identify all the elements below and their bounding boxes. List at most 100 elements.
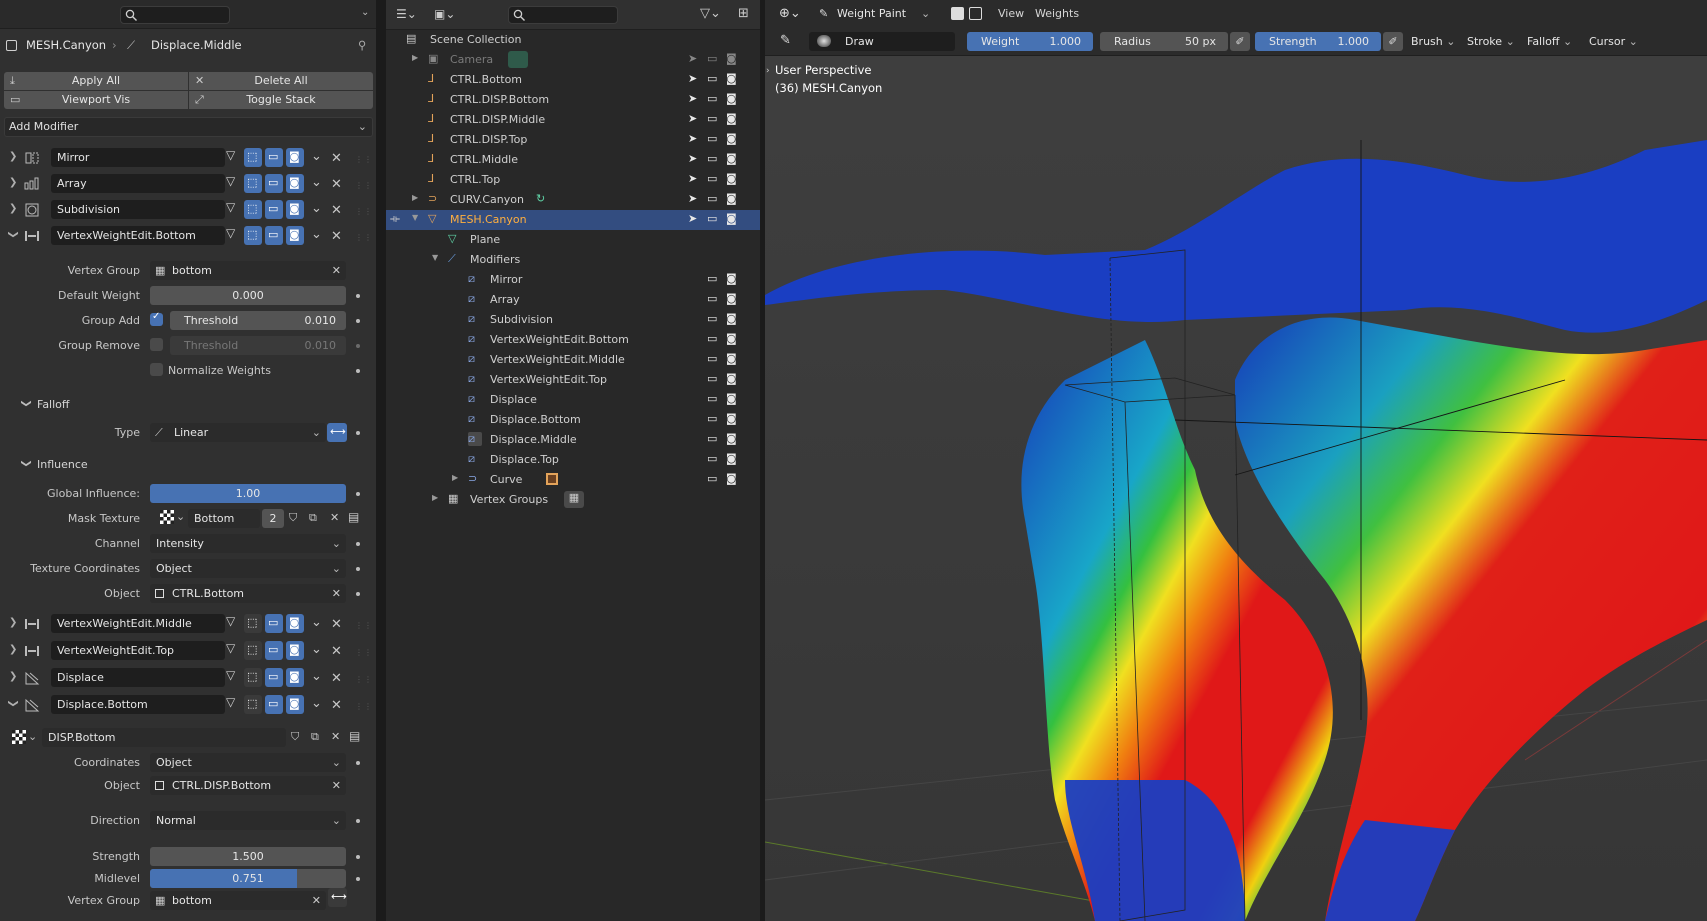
viewport-toggle[interactable]: ▭: [265, 226, 283, 245]
strength-pressure-icon[interactable]: ✐: [1383, 32, 1403, 51]
keyframe-dot-icon[interactable]: [356, 542, 360, 546]
modifier-name-field[interactable]: VertexWeightEdit.Bottom: [51, 226, 225, 245]
coordinates-dropdown[interactable]: Object ⌄: [150, 753, 346, 772]
view-menu[interactable]: View: [998, 7, 1024, 20]
outliner-object-row[interactable]: ▶ ▣ Camera ➤ ▭ ◙: [386, 50, 760, 70]
chevron-right-icon[interactable]: ❯: [9, 671, 17, 682]
clear-icon[interactable]: ✕: [312, 891, 321, 910]
vertex-group-field[interactable]: ▦ bottom ✕: [150, 261, 346, 280]
monitor-icon[interactable]: ▭: [707, 332, 717, 345]
chevron-down-icon[interactable]: ⌄: [361, 7, 369, 18]
direction-dropdown[interactable]: Normal ⌄: [150, 811, 346, 830]
keyframe-dot-icon[interactable]: [356, 855, 360, 859]
strength-field[interactable]: 1.500: [150, 847, 346, 866]
edit-cage-icon[interactable]: ▽: [226, 695, 235, 709]
chevron-down-icon[interactable]: ⌄: [311, 227, 322, 242]
brush-name-field[interactable]: Draw: [809, 32, 955, 51]
camera-render-icon[interactable]: ◙: [726, 212, 737, 225]
modifier-name-field[interactable]: Displace.Bottom: [51, 695, 225, 714]
channel-dropdown[interactable]: Intensity ⌄: [150, 534, 346, 553]
outliner-object-row[interactable]: ⅃ CTRL.Bottom ➤ ▭ ◙: [386, 70, 760, 90]
edit-cage-icon[interactable]: ▽: [226, 614, 235, 628]
drag-handle-icon[interactable]: ⋮⋮: [355, 648, 373, 657]
monitor-icon[interactable]: ▭: [707, 372, 717, 385]
viewport-toggle[interactable]: ▭: [265, 695, 283, 714]
selectable-arrow-icon[interactable]: ➤: [688, 132, 697, 145]
modifier-name-field[interactable]: Array: [51, 174, 225, 193]
viewport-toggle[interactable]: ▭: [265, 174, 283, 193]
render-toggle[interactable]: ◙: [286, 148, 304, 167]
outliner-search-input[interactable]: [508, 6, 618, 24]
editmode-toggle[interactable]: ⬚: [244, 200, 262, 219]
outliner-modifier-row[interactable]: ⧄ Displace ▭ ◙: [386, 390, 760, 410]
weight-field[interactable]: Weight 1.000: [967, 32, 1093, 51]
camera-data-icon[interactable]: [508, 51, 528, 68]
texture-properties-icon[interactable]: ▤: [348, 510, 359, 524]
expand-arrow-icon[interactable]: ▶: [412, 193, 418, 202]
pin-icon[interactable]: ⚲: [358, 38, 366, 52]
camera-render-icon[interactable]: ◙: [726, 92, 737, 105]
viewport-toggle[interactable]: ▭: [265, 148, 283, 167]
monitor-icon[interactable]: ▭: [707, 472, 717, 485]
editmode-toggle[interactable]: ⬚: [244, 174, 262, 193]
chevron-down-icon[interactable]: ⌄: [311, 201, 322, 216]
weights-menu[interactable]: Weights: [1035, 7, 1079, 20]
close-icon[interactable]: ✕: [331, 617, 342, 632]
viewport-scene[interactable]: [765, 0, 1707, 921]
render-toggle[interactable]: ◙: [286, 614, 304, 633]
drag-handle-icon[interactable]: ⋮⋮: [355, 181, 373, 190]
duplicate-icon[interactable]: ⧉: [309, 511, 317, 525]
properties-search-input[interactable]: [120, 6, 230, 24]
camera-render-icon[interactable]: ◙: [726, 292, 737, 305]
chevron-down-icon[interactable]: ⌄: [311, 642, 322, 657]
drag-handle-icon[interactable]: ⋮⋮: [355, 675, 373, 684]
group-remove-checkbox[interactable]: [150, 338, 163, 351]
modifier-name-field[interactable]: Subdivision: [51, 200, 225, 219]
keyframe-dot-icon[interactable]: [356, 369, 360, 373]
outliner-modifier-row[interactable]: ⧄ Displace.Top ▭ ◙: [386, 450, 760, 470]
edit-cage-icon[interactable]: ▽: [226, 200, 242, 219]
outliner-modifier-row[interactable]: ⧄ Displace.Middle ▭ ◙: [386, 430, 760, 450]
monitor-icon[interactable]: ▭: [707, 192, 717, 205]
3d-viewport[interactable]: ⊕⌄ ✎ Weight Paint ⌄ View Weights ✎ Draw …: [765, 0, 1707, 921]
outliner-modifier-row[interactable]: ⧄ VertexWeightEdit.Middle ▭ ◙: [386, 350, 760, 370]
close-icon[interactable]: ✕: [331, 644, 342, 659]
close-icon[interactable]: ✕: [330, 511, 339, 524]
editmode-toggle[interactable]: ⬚: [244, 148, 262, 167]
keyframe-dot-icon[interactable]: [356, 431, 360, 435]
edit-cage-icon[interactable]: ▽: [226, 226, 242, 245]
chevron-right-icon[interactable]: ❯: [9, 203, 17, 214]
chevron-down-icon[interactable]: ⌄: [176, 510, 185, 523]
close-icon[interactable]: ✕: [331, 671, 342, 686]
invert-vertex-group-toggle[interactable]: ⟷: [328, 888, 347, 907]
editmode-toggle[interactable]: ⬚: [244, 668, 262, 687]
panel-divider[interactable]: [376, 0, 386, 921]
invert-falloff-toggle[interactable]: ⟷: [327, 423, 347, 442]
keyframe-dot-icon[interactable]: [356, 344, 360, 348]
expand-arrow-icon[interactable]: ▼: [412, 213, 418, 222]
selectable-arrow-icon[interactable]: ➤: [688, 72, 697, 85]
chevron-down-icon[interactable]: ⌄: [311, 615, 322, 630]
render-toggle[interactable]: ◙: [286, 174, 304, 193]
outliner-object-row[interactable]: ⅃ CTRL.Top ➤ ▭ ◙: [386, 170, 760, 190]
chevron-right-icon[interactable]: ❯: [9, 151, 17, 162]
checker-texture-icon[interactable]: [160, 510, 174, 524]
curve-data-icon[interactable]: ↻: [536, 192, 545, 205]
render-toggle[interactable]: ◙: [286, 668, 304, 687]
vertex-mask-toggle[interactable]: [969, 7, 982, 20]
edit-cage-icon[interactable]: ▽: [226, 668, 235, 682]
keyframe-dot-icon[interactable]: [356, 761, 360, 765]
scene-collection-row[interactable]: ▤ Scene Collection: [386, 30, 760, 50]
camera-render-icon[interactable]: ◙: [726, 452, 737, 465]
keyframe-dot-icon[interactable]: [356, 492, 360, 496]
monitor-icon[interactable]: ▭: [707, 152, 717, 165]
fake-user-shield-icon[interactable]: ⛉: [291, 730, 299, 744]
falloff-dropdown[interactable]: Falloff ⌄: [1527, 32, 1581, 51]
chevron-right-icon[interactable]: ❯: [9, 177, 17, 188]
editor-type-icon[interactable]: ⊕⌄: [779, 6, 801, 21]
radius-pressure-icon[interactable]: ✐: [1230, 32, 1250, 51]
render-toggle[interactable]: ◙: [286, 695, 304, 714]
object-field[interactable]: CTRL.Bottom ✕: [150, 584, 346, 603]
keyframe-dot-icon[interactable]: [356, 819, 360, 823]
monitor-icon[interactable]: ▭: [707, 212, 717, 225]
